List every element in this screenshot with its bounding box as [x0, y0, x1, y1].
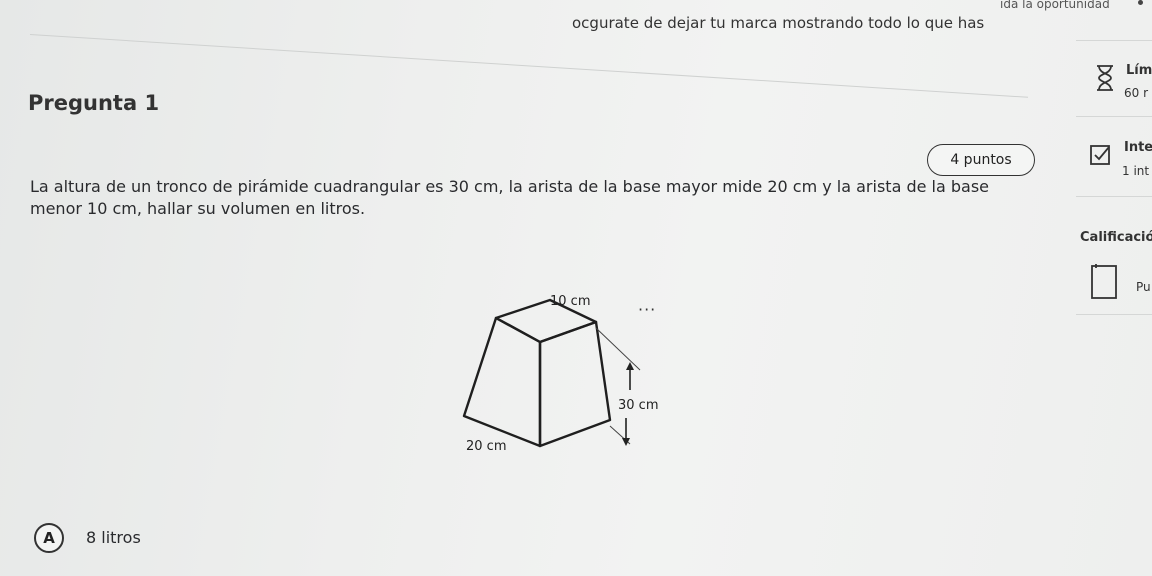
banner-text-top: ida la oportunidad: [1000, 0, 1110, 11]
time-limit-value: 60 r: [1124, 86, 1149, 100]
divider: [29, 34, 1029, 98]
sidebar-divider: [1076, 40, 1152, 41]
sidebar-divider: [1076, 196, 1152, 197]
arrowhead-down-icon: [622, 438, 630, 446]
label-top-edge: 10 cm: [550, 294, 591, 309]
hourglass-icon: [1097, 65, 1113, 91]
label-base-edge: 20 cm: [466, 439, 507, 454]
question-text: La altura de un tronco de pirámide cuadr…: [30, 177, 990, 218]
menu-dot-icon[interactable]: [1138, 0, 1143, 5]
time-limit-title: Lím: [1126, 63, 1152, 78]
frustum-figure: 10 cm 30 cm 20 cm: [462, 294, 659, 454]
frustum-right-face: [538, 320, 612, 448]
option-a-radio[interactable]: A: [34, 523, 64, 553]
banner-text: ocgurate de dejar tu marca mostrando tod…: [572, 14, 985, 32]
grading-title: Calificació: [1080, 230, 1152, 245]
frustum-front-face: [462, 316, 542, 448]
question-title: Pregunta 1: [28, 91, 160, 115]
square-icon: [1091, 264, 1117, 299]
checkbox-icon: [1090, 145, 1110, 165]
sidebar-divider: [1076, 116, 1152, 117]
attempts-value: 1 int: [1122, 164, 1150, 178]
points-badge: 4 puntos: [927, 144, 1035, 176]
sidebar-divider: [1076, 314, 1152, 315]
attempts-title: Inte: [1124, 140, 1152, 155]
option-a-label[interactable]: 8 litros: [86, 528, 141, 547]
score-title: Pu: [1136, 280, 1151, 294]
label-height: 30 cm: [618, 398, 659, 413]
more-options-icon[interactable]: ···: [638, 300, 656, 319]
